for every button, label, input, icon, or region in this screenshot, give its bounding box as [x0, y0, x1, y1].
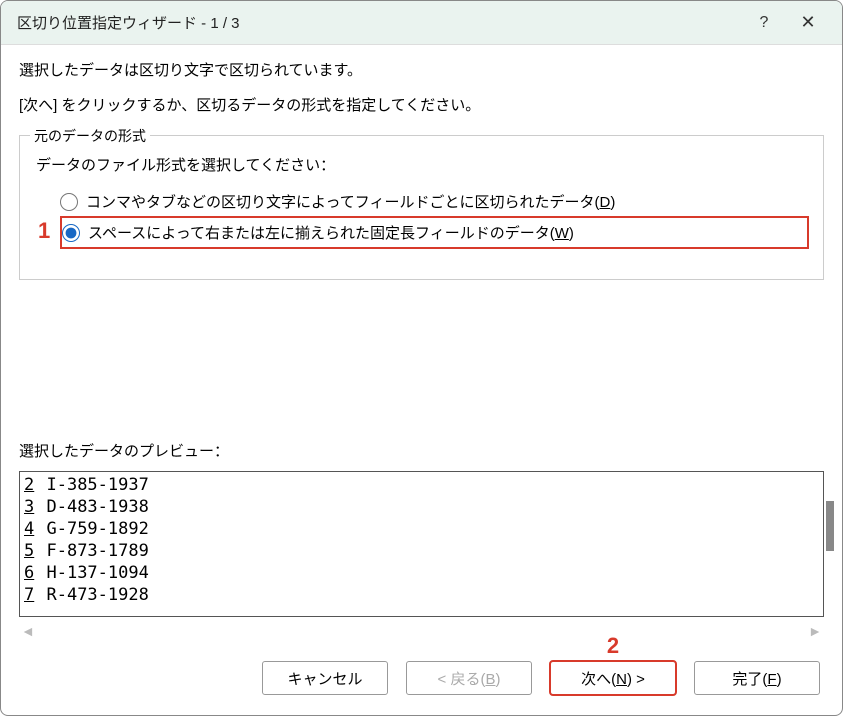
original-data-type-fieldset: 元のデータの形式 データのファイル形式を選択してください： コンマやタブなどの区… — [19, 135, 824, 280]
preview-rownum: 4 — [24, 519, 34, 539]
help-icon[interactable]: ? — [742, 1, 786, 45]
close-icon[interactable]: ✕ — [786, 1, 830, 45]
horizontal-scroll: ◄ ► — [19, 623, 824, 639]
fieldset-prompt: データのファイル形式を選択してください： — [36, 154, 809, 175]
radio-delimited[interactable] — [60, 193, 78, 211]
scroll-left-icon[interactable]: ◄ — [21, 623, 35, 639]
cancel-button[interactable]: キャンセル — [262, 661, 388, 695]
preview-text: F-873-1789 — [36, 541, 149, 561]
preview-label: 選択したデータのプレビュー： — [19, 300, 824, 461]
radio-fixed-row: 1 スペースによって右または左に揃えられた固定長フィールドのデータ(W) — [60, 216, 809, 249]
preview-line: 3 D-483-1938 — [24, 496, 819, 518]
preview-text: G-759-1892 — [36, 519, 149, 539]
preview-rownum: 3 — [24, 497, 34, 517]
preview-box[interactable]: 2 I-385-19373 D-483-19384 G-759-18925 F-… — [19, 471, 824, 617]
callout-2: 2 — [607, 633, 619, 659]
preview-text: D-483-1938 — [36, 497, 149, 517]
preview-rownum: 7 — [24, 585, 34, 605]
fieldset-legend: 元のデータの形式 — [30, 126, 150, 146]
preview-line: 2 I-385-1937 — [24, 474, 819, 496]
preview-line: 5 F-873-1789 — [24, 540, 819, 562]
wizard-dialog: 区切り位置指定ウィザード - 1 / 3 ? ✕ 選択したデータは区切り文字で区… — [0, 0, 843, 716]
intro-text-2: [次へ] をクリックするか、区切るデータの形式を指定してください。 — [19, 94, 824, 115]
preview-line: 6 H-137-1094 — [24, 562, 819, 584]
callout-1: 1 — [38, 217, 50, 243]
preview-text: I-385-1937 — [36, 475, 149, 495]
preview-text: H-137-1094 — [36, 563, 149, 583]
preview-text: R-473-1928 — [36, 585, 149, 605]
preview-rownum: 6 — [24, 563, 34, 583]
preview-wrap: 2 I-385-19373 D-483-19384 G-759-18925 F-… — [19, 471, 824, 617]
preview-line: 4 G-759-1892 — [24, 518, 819, 540]
preview-rownum: 5 — [24, 541, 34, 561]
radio-fixed-width[interactable] — [62, 224, 80, 242]
preview-line: 7 R-473-1928 — [24, 584, 819, 606]
intro-text-1: 選択したデータは区切り文字で区切られています。 — [19, 59, 824, 80]
vertical-scroll-indicator[interactable] — [826, 501, 834, 551]
scroll-right-icon[interactable]: ► — [808, 623, 822, 639]
titlebar: 区切り位置指定ウィザード - 1 / 3 ? ✕ — [1, 1, 842, 45]
finish-button[interactable]: 完了(F) — [694, 661, 820, 695]
dialog-body: 選択したデータは区切り文字で区切られています。 [次へ] をクリックするか、区切… — [1, 45, 842, 649]
preview-rownum: 2 — [24, 475, 34, 495]
back-button: < 戻る(B) — [406, 661, 532, 695]
next-button[interactable]: 次へ(N) > — [550, 661, 676, 695]
radio-delimited-row: コンマやタブなどの区切り文字によってフィールドごとに区切られたデータ(D) — [60, 187, 809, 216]
radio-delimited-label[interactable]: コンマやタブなどの区切り文字によってフィールドごとに区切られたデータ(D) — [86, 191, 615, 212]
dialog-footer: キャンセル < 戻る(B) 2 次へ(N) > 完了(F) — [1, 649, 842, 715]
dialog-title: 区切り位置指定ウィザード - 1 / 3 — [17, 12, 742, 33]
radio-fixed-width-label[interactable]: スペースによって右または左に揃えられた固定長フィールドのデータ(W) — [88, 222, 574, 243]
